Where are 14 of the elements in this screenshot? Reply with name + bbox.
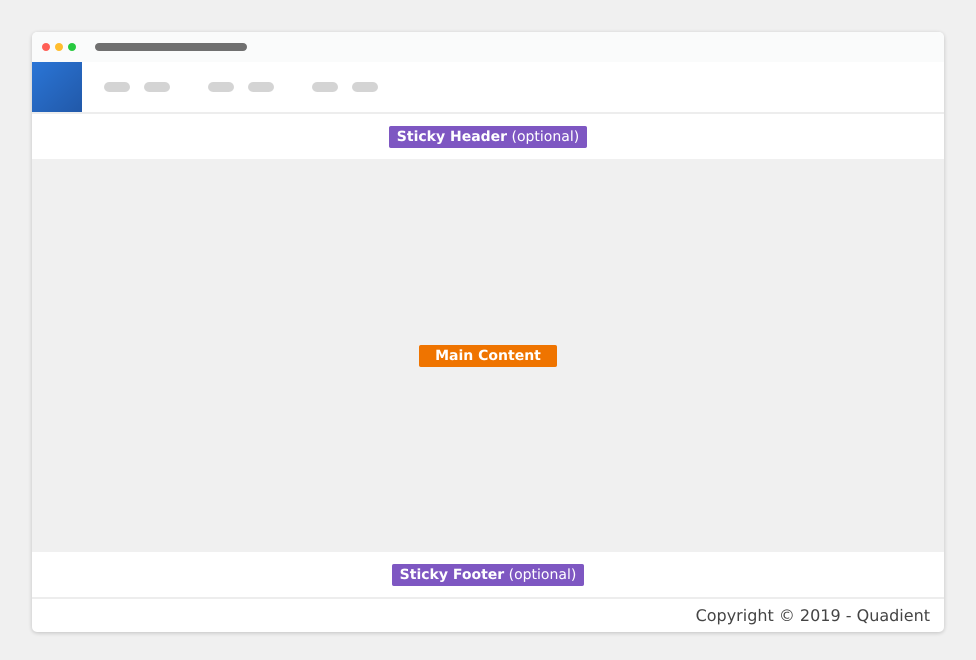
minimize-icon[interactable] [55, 43, 63, 51]
nav-placeholder [104, 82, 130, 92]
close-icon[interactable] [42, 43, 50, 51]
header-label: Sticky Header (optional) [388, 126, 588, 148]
copyright-text: Copyright © 2019 - Quadient [696, 606, 930, 625]
logo [32, 62, 82, 112]
main-label: Main Content [419, 344, 557, 366]
nav-placeholder [352, 82, 378, 92]
nav-placeholder [312, 82, 338, 92]
nav-placeholder [144, 82, 170, 92]
footer-label: Sticky Footer (optional) [392, 564, 584, 586]
maximize-icon[interactable] [68, 43, 76, 51]
nav-placeholder [208, 82, 234, 92]
nav-placeholder [248, 82, 274, 92]
